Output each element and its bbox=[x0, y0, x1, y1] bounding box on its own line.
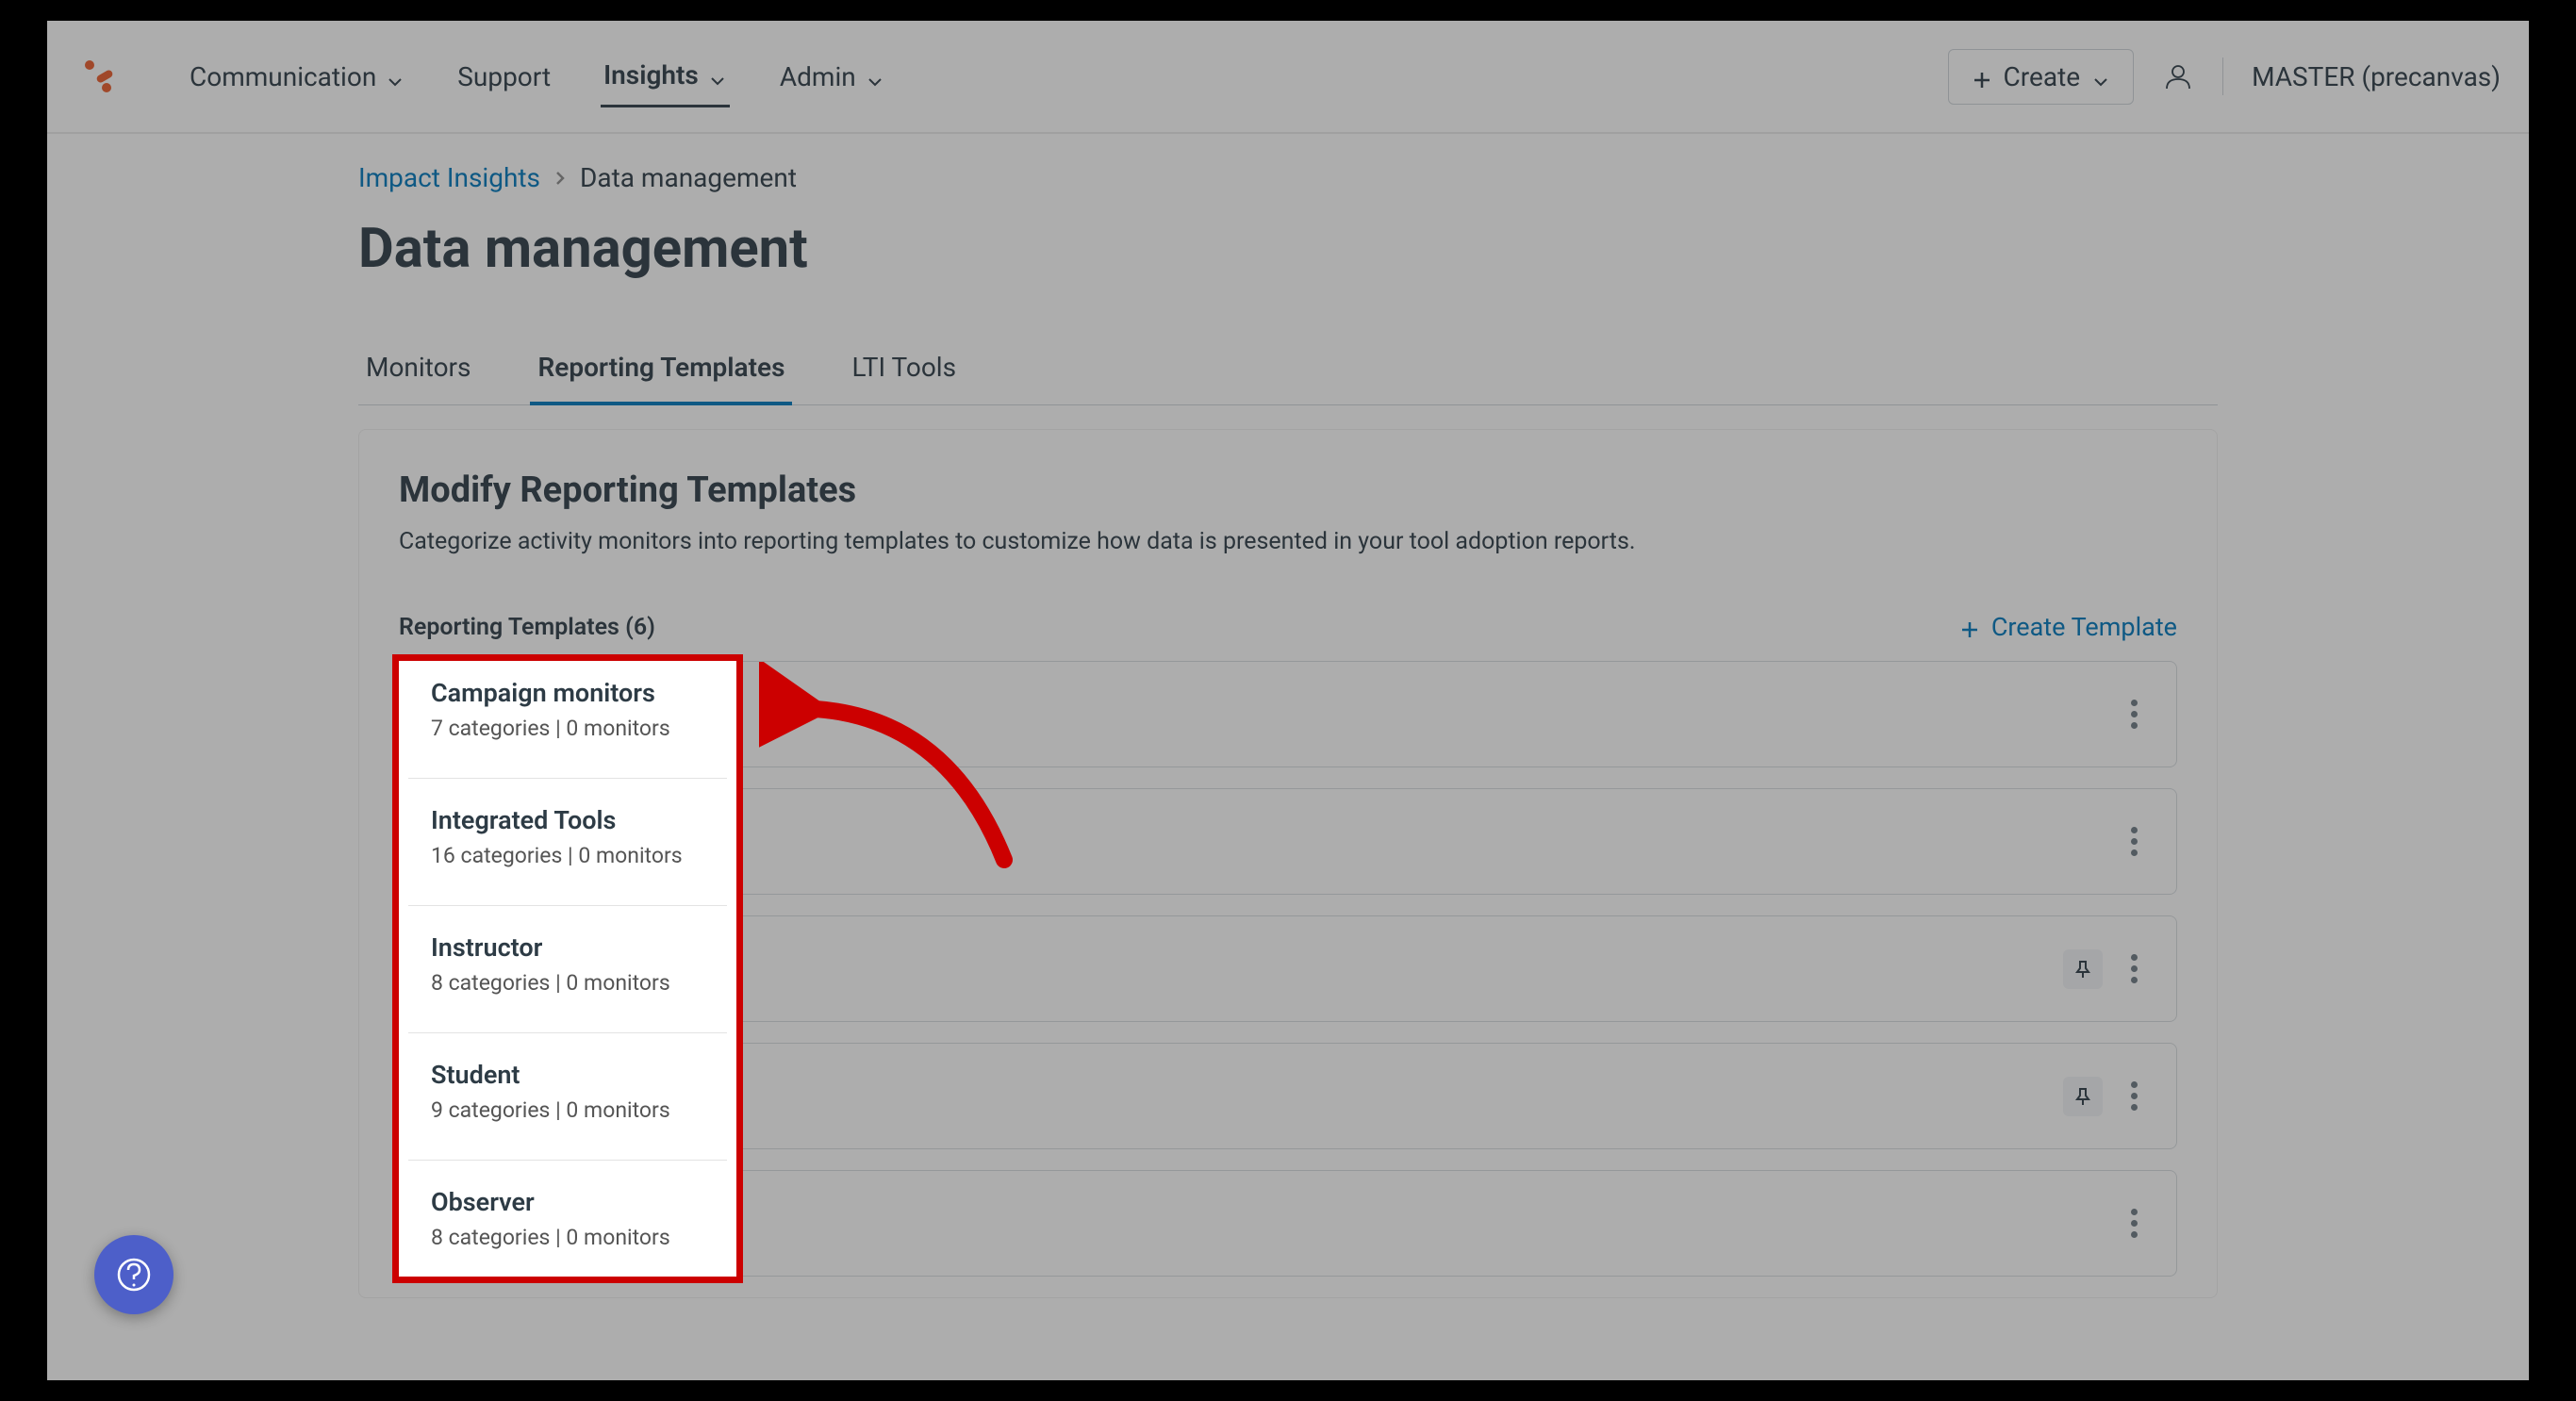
create-label: Create bbox=[2004, 61, 2081, 92]
kebab-menu[interactable] bbox=[2120, 691, 2148, 738]
nav-label: Communication bbox=[190, 61, 376, 92]
user-label[interactable]: MASTER (precanvas) bbox=[2252, 61, 2501, 92]
tab-reporting-templates[interactable]: Reporting Templates bbox=[530, 333, 792, 405]
user-icon[interactable] bbox=[2162, 60, 2194, 92]
breadcrumb-link[interactable]: Impact Insights bbox=[358, 162, 540, 193]
highlight-region: Campaign monitors7 categories | 0 monito… bbox=[395, 657, 740, 1280]
chevron-down-icon bbox=[2091, 67, 2110, 86]
nav-support[interactable]: Support bbox=[454, 47, 553, 107]
nav-communication[interactable]: Communication bbox=[187, 47, 407, 107]
breadcrumb-current: Data management bbox=[580, 162, 797, 193]
panel-description: Categorize activity monitors into report… bbox=[399, 528, 2177, 555]
chevron-down-icon bbox=[708, 66, 727, 85]
page-title: Data management bbox=[358, 217, 2218, 281]
kebab-menu[interactable] bbox=[2120, 1200, 2148, 1247]
chevron-right-icon bbox=[552, 162, 569, 193]
divider bbox=[2222, 58, 2223, 95]
nav-label: Insights bbox=[603, 59, 699, 91]
help-button[interactable] bbox=[94, 1235, 173, 1314]
tabs: Monitors Reporting Templates LTI Tools bbox=[358, 333, 2218, 405]
chevron-down-icon bbox=[866, 67, 884, 86]
tab-monitors[interactable]: Monitors bbox=[358, 333, 478, 404]
pin-icon[interactable] bbox=[2063, 1077, 2103, 1116]
create-template-label: Create Template bbox=[1991, 612, 2177, 642]
nav-label: Support bbox=[457, 61, 551, 92]
tab-lti-tools[interactable]: LTI Tools bbox=[844, 333, 964, 404]
kebab-menu[interactable] bbox=[2120, 1073, 2148, 1120]
top-navigation: Communication Support Insights Admin bbox=[47, 21, 2529, 134]
plus-icon bbox=[1972, 66, 1992, 87]
nav-label: Admin bbox=[780, 61, 856, 92]
plus-icon bbox=[1959, 617, 1980, 637]
breadcrumb: Impact Insights Data management bbox=[358, 162, 2218, 193]
nav-insights[interactable]: Insights bbox=[601, 45, 730, 107]
create-template-button[interactable]: Create Template bbox=[1959, 612, 2177, 642]
chevron-down-icon bbox=[386, 67, 405, 86]
templates-count: Reporting Templates (6) bbox=[399, 614, 655, 641]
kebab-menu[interactable] bbox=[2120, 946, 2148, 993]
panel-title: Modify Reporting Templates bbox=[399, 470, 2177, 511]
create-button[interactable]: Create bbox=[1948, 49, 2135, 105]
pin-icon[interactable] bbox=[2063, 949, 2103, 989]
logo-icon bbox=[75, 54, 121, 99]
nav-admin[interactable]: Admin bbox=[777, 47, 887, 107]
kebab-menu[interactable] bbox=[2120, 818, 2148, 865]
